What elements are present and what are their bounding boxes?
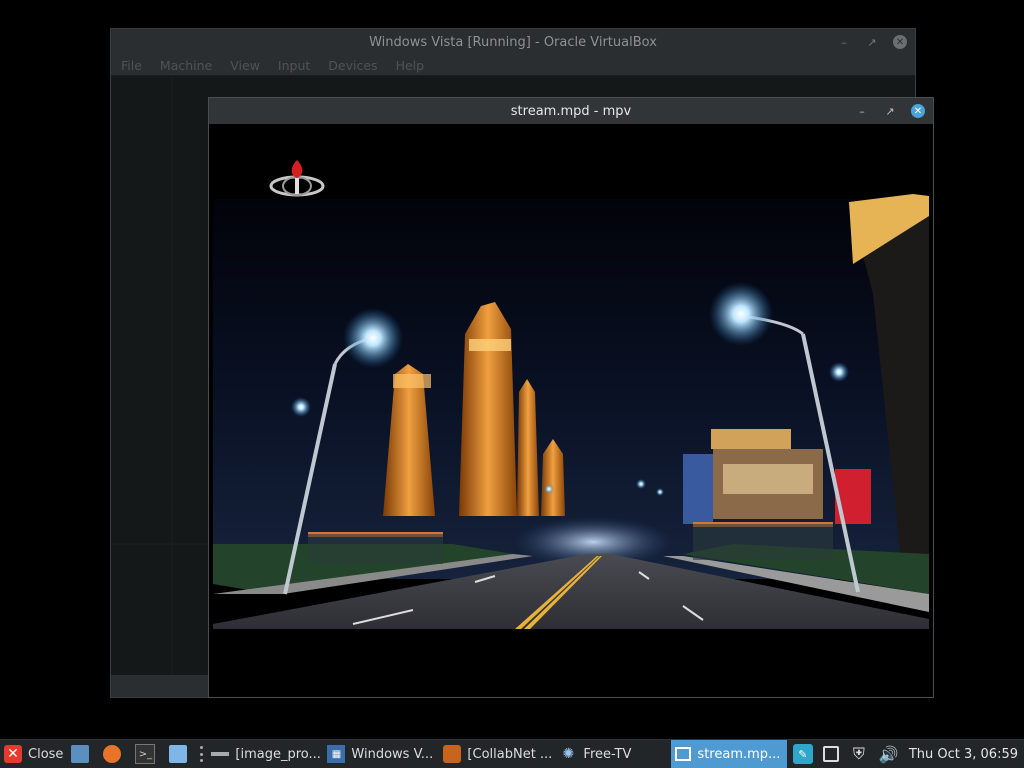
- image-viewer-icon: [211, 752, 230, 756]
- mpv-icon: [675, 747, 692, 761]
- separator-icon: [200, 746, 204, 762]
- close-icon[interactable]: ✕: [911, 104, 925, 118]
- task-stream-mpv[interactable]: stream.mp...: [671, 740, 788, 768]
- task-label: Free-TV: [583, 746, 632, 762]
- broadcaster-logo-icon: [269, 160, 325, 197]
- virtualbox-menubar: File Machine View Input Devices Help: [111, 55, 915, 76]
- virtualbox-titlebar[interactable]: Windows Vista [Running] - Oracle Virtual…: [111, 29, 915, 55]
- collabnet-icon: [443, 745, 462, 763]
- video-frame[interactable]: [213, 124, 929, 629]
- shield-icon[interactable]: ⛨: [849, 744, 869, 764]
- window-icon[interactable]: [822, 746, 839, 762]
- maximize-icon[interactable]: ↗: [865, 35, 879, 49]
- close-icon[interactable]: ✕: [893, 35, 907, 49]
- desktop-icon: [71, 745, 90, 763]
- guest-desktop-edge: [111, 76, 209, 675]
- mpv-titlebar[interactable]: stream.mpd - mpv – ↗ ✕: [209, 98, 933, 124]
- task-windows-vista[interactable]: ▦ Windows V...: [323, 740, 439, 768]
- minimize-icon[interactable]: –: [855, 104, 869, 118]
- firefox-icon: [103, 745, 122, 763]
- virtualbox-icon: ▦: [327, 745, 346, 763]
- menu-file[interactable]: File: [121, 58, 142, 73]
- task-free-tv[interactable]: ✺ Free-TV: [555, 740, 671, 768]
- minimize-icon[interactable]: –: [837, 35, 851, 49]
- taskbar: ✕ Close >_ [image_pro... ▦ Windows V... …: [0, 739, 1024, 768]
- menu-machine[interactable]: Machine: [160, 58, 212, 73]
- volume-icon[interactable]: 🔊: [879, 744, 899, 764]
- folder-icon: [169, 745, 188, 763]
- terminal-icon: >_: [135, 744, 156, 764]
- menu-devices[interactable]: Devices: [328, 58, 377, 73]
- close-label: Close: [28, 746, 64, 762]
- freetv-icon: ✺: [562, 746, 575, 762]
- files-launcher[interactable]: [165, 740, 197, 768]
- maximize-icon[interactable]: ↗: [883, 104, 897, 118]
- task-image-pro[interactable]: [image_pro...: [207, 740, 323, 768]
- task-label: stream.mp...: [697, 746, 781, 762]
- clipboard-icon[interactable]: ✎: [792, 744, 813, 764]
- task-label: Windows V...: [351, 746, 434, 762]
- clock[interactable]: Thu Oct 3, 06:59: [909, 747, 1018, 762]
- close-icon: ✕: [4, 745, 22, 763]
- task-collabnet[interactable]: [CollabNet ...: [439, 740, 555, 768]
- firefox-launcher[interactable]: [99, 740, 131, 768]
- show-desktop-button[interactable]: [67, 740, 99, 768]
- system-tray: ✎ ⛨ 🔊 Thu Oct 3, 06:59: [792, 744, 1024, 764]
- task-label: [image_pro...: [235, 746, 321, 762]
- mpv-window[interactable]: stream.mpd - mpv – ↗ ✕: [208, 97, 934, 698]
- menu-input[interactable]: Input: [278, 58, 310, 73]
- menu-view[interactable]: View: [230, 58, 260, 73]
- task-label: [CollabNet ...: [467, 746, 553, 762]
- menu-help[interactable]: Help: [396, 58, 425, 73]
- close-button[interactable]: ✕ Close: [0, 740, 67, 768]
- virtualbox-title: Windows Vista [Running] - Oracle Virtual…: [369, 34, 657, 50]
- terminal-launcher[interactable]: >_: [131, 740, 165, 768]
- mpv-title: stream.mpd - mpv: [510, 103, 632, 119]
